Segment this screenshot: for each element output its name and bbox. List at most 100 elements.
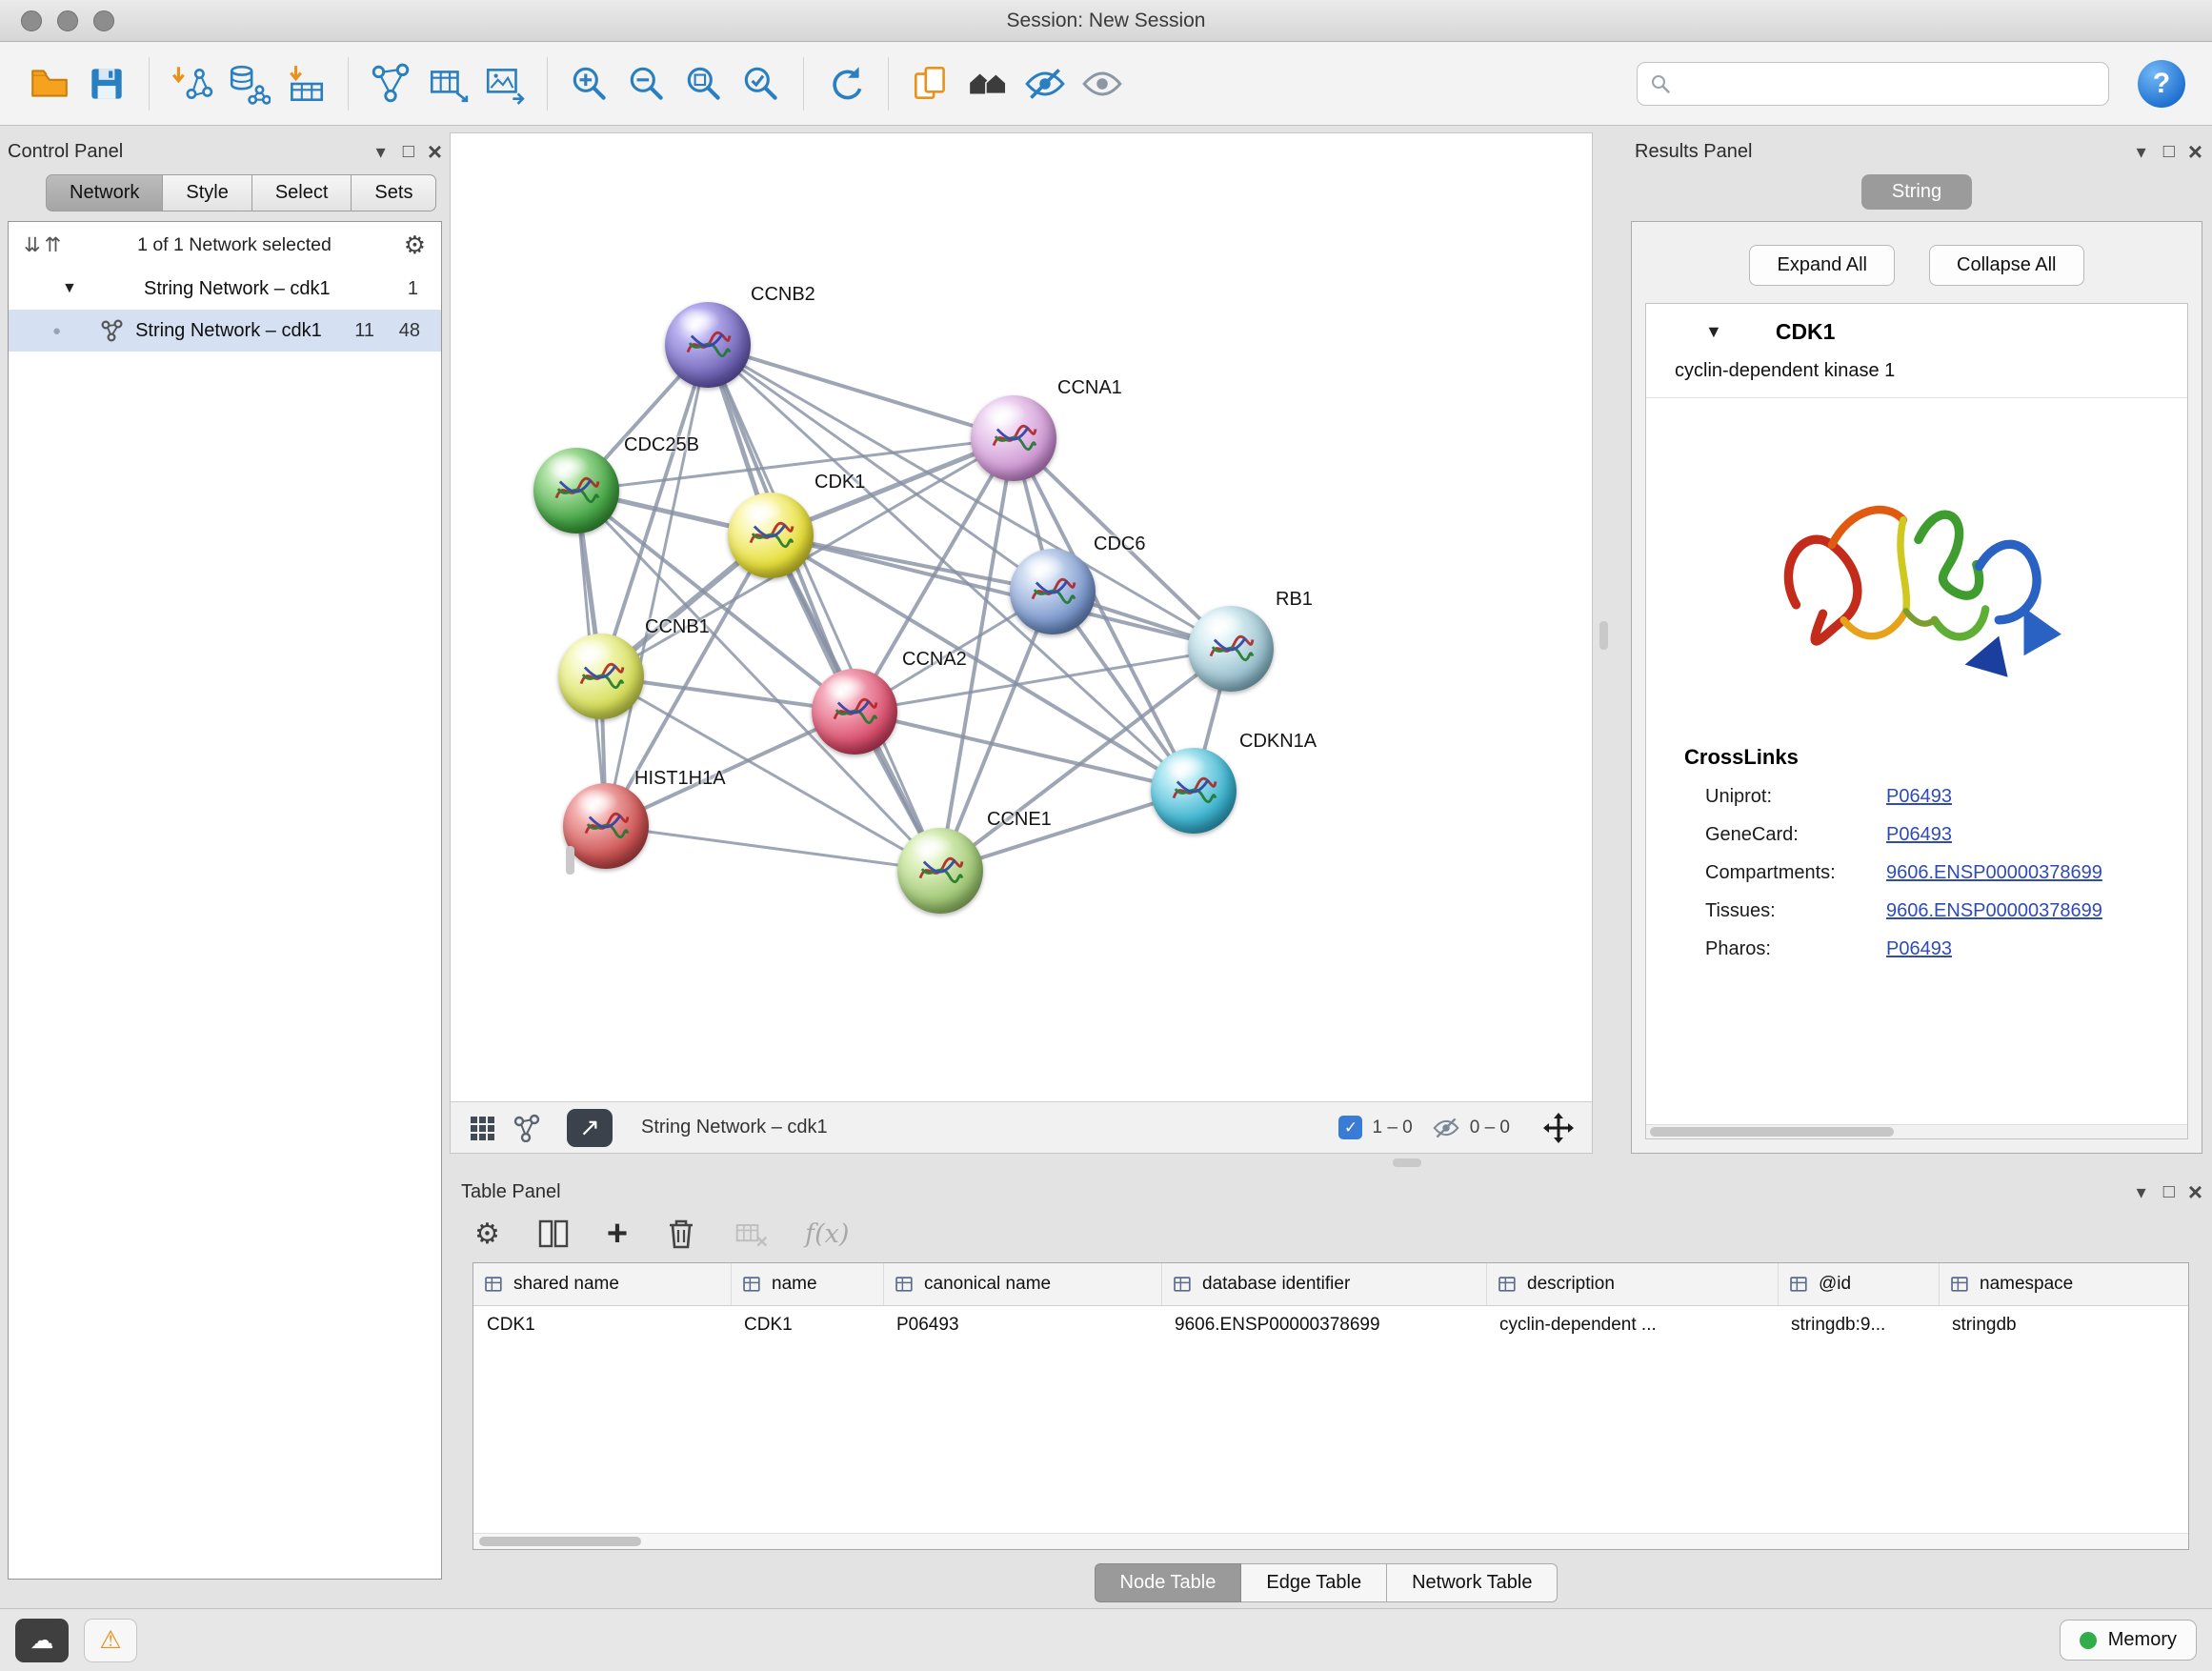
horizontal-splitter[interactable] bbox=[450, 1154, 2202, 1173]
import-network-from-file-button[interactable] bbox=[163, 55, 220, 112]
splitter-handle[interactable] bbox=[1393, 1158, 1421, 1167]
results-horizontal-scrollbar[interactable] bbox=[1646, 1124, 2187, 1138]
add-column-button[interactable]: + bbox=[607, 1219, 628, 1248]
hide-selected-button[interactable] bbox=[1016, 55, 1074, 112]
network-node-CDKN1A[interactable] bbox=[1151, 748, 1237, 834]
close-panel-icon[interactable]: × bbox=[2188, 137, 2202, 167]
table-horizontal-scrollbar[interactable] bbox=[473, 1533, 2188, 1549]
network-canvas[interactable]: CCNB2CCNA1CDC25BCDK1CDC6RB1CCNB1CCNA2CDK… bbox=[451, 133, 1592, 1101]
column-header-shared-name[interactable]: shared name bbox=[473, 1263, 731, 1305]
expand-all-button[interactable]: Expand All bbox=[1749, 245, 1895, 286]
cloud-button[interactable]: ☁ bbox=[15, 1619, 69, 1662]
birdseye-grid-button[interactable] bbox=[468, 1114, 496, 1142]
refresh-view-button[interactable] bbox=[817, 55, 875, 112]
minimize-window-button[interactable] bbox=[57, 10, 78, 31]
collapse-panel-icon[interactable]: ▾ bbox=[2137, 140, 2146, 164]
crosslink-link[interactable]: 9606.ENSP00000378699 bbox=[1886, 900, 2102, 922]
float-panel-icon[interactable]: □ bbox=[2163, 141, 2175, 163]
network-node-CCNA1[interactable] bbox=[971, 395, 1056, 481]
maximize-window-button[interactable] bbox=[93, 10, 114, 31]
network-node-HIST1H1A[interactable] bbox=[563, 783, 649, 869]
network-node-CCNA2[interactable] bbox=[812, 669, 897, 755]
warnings-button[interactable]: ⚠ bbox=[84, 1619, 137, 1662]
float-panel-icon[interactable]: □ bbox=[2163, 1181, 2175, 1203]
crosslink-link[interactable]: P06493 bbox=[1886, 786, 1952, 808]
zoom-selected-button[interactable] bbox=[733, 55, 790, 112]
export-network-button[interactable]: ↗ bbox=[567, 1109, 613, 1147]
collapse-panel-icon[interactable]: ▾ bbox=[376, 140, 386, 164]
tab-network-table[interactable]: Network Table bbox=[1387, 1563, 1558, 1602]
column-header-namespace[interactable]: namespace bbox=[1939, 1263, 2188, 1305]
crosslink-link[interactable]: P06493 bbox=[1886, 938, 1952, 960]
new-network-button[interactable] bbox=[362, 55, 419, 112]
delete-table-button-disabled[interactable] bbox=[734, 1217, 769, 1251]
float-panel-icon[interactable]: □ bbox=[403, 141, 414, 163]
network-node-CDC6[interactable] bbox=[1010, 549, 1096, 634]
import-network-from-database-button[interactable] bbox=[220, 55, 277, 112]
open-session-button[interactable] bbox=[21, 55, 78, 112]
column-header-name[interactable]: name bbox=[731, 1263, 883, 1305]
results-tab-string[interactable]: String bbox=[1861, 174, 1972, 210]
new-table-button[interactable] bbox=[419, 55, 476, 112]
network-node-CCNE1[interactable] bbox=[897, 828, 983, 914]
show-all-button[interactable] bbox=[1074, 55, 1131, 112]
collapse-all-icon[interactable]: ⇈ bbox=[45, 233, 62, 257]
network-node-RB1[interactable] bbox=[1188, 606, 1274, 692]
column-header-database-identifier[interactable]: database identifier bbox=[1161, 1263, 1486, 1305]
delete-column-button[interactable] bbox=[664, 1217, 698, 1251]
function-builder-button[interactable]: f(x) bbox=[805, 1219, 849, 1249]
column-header-description[interactable]: description bbox=[1486, 1263, 1778, 1305]
tab-select[interactable]: Select bbox=[252, 174, 352, 211]
network-node-CCNB2[interactable] bbox=[665, 302, 751, 388]
entry-expander-icon[interactable]: ▼ bbox=[1705, 322, 1722, 342]
column-header-at-id[interactable]: @id bbox=[1778, 1263, 1939, 1305]
tab-edge-table[interactable]: Edge Table bbox=[1241, 1563, 1387, 1602]
search-input[interactable] bbox=[1681, 72, 2097, 94]
tree-expander-icon[interactable]: ▼ bbox=[62, 280, 89, 297]
network-node-CDK1[interactable] bbox=[728, 493, 814, 578]
tab-node-table[interactable]: Node Table bbox=[1095, 1563, 1242, 1602]
show-columns-button[interactable] bbox=[536, 1217, 571, 1251]
home-view-button[interactable] bbox=[959, 55, 1016, 112]
expand-all-icon[interactable]: ⇊ bbox=[24, 233, 41, 257]
crosslink-link[interactable]: P06493 bbox=[1886, 824, 1952, 846]
save-session-button[interactable] bbox=[78, 55, 135, 112]
cell-database-identifier: 9606.ENSP00000378699 bbox=[1161, 1306, 1486, 1344]
vertical-splitter[interactable] bbox=[1593, 132, 1631, 1154]
network-collection-row[interactable]: ▼ String Network – cdk1 1 bbox=[9, 268, 441, 310]
help-button[interactable]: ? bbox=[2138, 60, 2185, 108]
table-row[interactable]: CDK1 CDK1 P06493 9606.ENSP00000378699 cy… bbox=[473, 1306, 2188, 1344]
column-header-canonical-name[interactable]: canonical name bbox=[883, 1263, 1161, 1305]
zoom-in-button[interactable] bbox=[561, 55, 618, 112]
copy-button[interactable] bbox=[902, 55, 959, 112]
close-panel-icon[interactable]: × bbox=[428, 137, 442, 167]
memory-button[interactable]: Memory bbox=[2060, 1620, 2197, 1661]
pan-move-icon[interactable] bbox=[1542, 1112, 1575, 1144]
tab-sets[interactable]: Sets bbox=[352, 174, 436, 211]
collapse-all-button[interactable]: Collapse All bbox=[1929, 245, 2084, 286]
zoom-out-button[interactable] bbox=[618, 55, 675, 112]
splitter-handle[interactable] bbox=[566, 846, 574, 875]
network-view-title: String Network – cdk1 bbox=[641, 1117, 828, 1138]
tab-style[interactable]: Style bbox=[163, 174, 251, 211]
collapse-panel-icon[interactable]: ▾ bbox=[2137, 1180, 2146, 1204]
close-panel-icon[interactable]: × bbox=[2188, 1178, 2202, 1207]
network-overview-button[interactable] bbox=[512, 1114, 540, 1142]
crosslink-link[interactable]: 9606.ENSP00000378699 bbox=[1886, 862, 2102, 884]
close-window-button[interactable] bbox=[21, 10, 42, 31]
network-row-selected[interactable]: ● String Network – cdk1 11 48 bbox=[9, 310, 441, 352]
network-node-label: RB1 bbox=[1276, 589, 1313, 611]
table-settings-gear-icon[interactable]: ⚙ bbox=[474, 1218, 500, 1251]
selected-checkbox[interactable]: ✓ bbox=[1338, 1116, 1362, 1139]
protein-squiggle-icon bbox=[915, 851, 966, 891]
tree-options-gear-icon[interactable]: ⚙ bbox=[404, 231, 426, 260]
export-image-button[interactable] bbox=[476, 55, 533, 112]
scrollbar-thumb[interactable] bbox=[479, 1537, 641, 1546]
network-node-CCNB1[interactable] bbox=[558, 634, 644, 719]
network-node-CDC25B[interactable] bbox=[533, 448, 619, 534]
control-panel: Control Panel ▾ □ × Network Style Select… bbox=[8, 132, 442, 1580]
import-table-from-file-button[interactable] bbox=[277, 55, 334, 112]
splitter-handle[interactable] bbox=[1599, 621, 1608, 650]
tab-network[interactable]: Network bbox=[46, 174, 163, 211]
zoom-fit-button[interactable] bbox=[675, 55, 733, 112]
